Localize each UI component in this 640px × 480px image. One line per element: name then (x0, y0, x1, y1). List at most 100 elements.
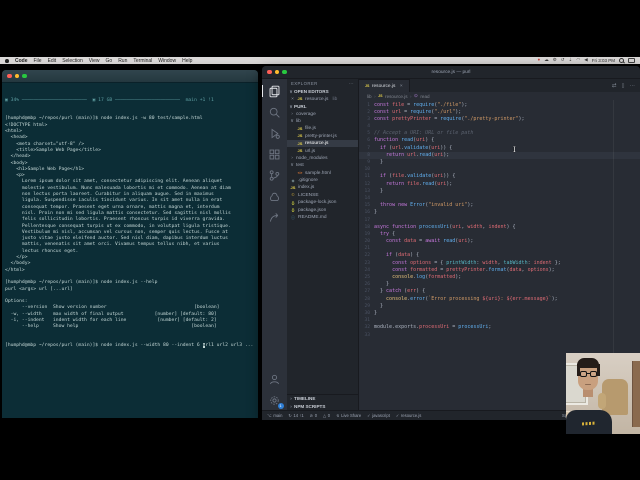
prompt-text: [humphd@mbp ~/repos/purl (main)]$ node i… (5, 343, 203, 349)
file-tree-item-url-js[interactable]: JS url.js (287, 147, 358, 154)
file-tree-item--gitignore[interactable]: ◆ .gitignore (287, 177, 358, 184)
file-tree-item-node-modules[interactable]: › node_modules (287, 155, 358, 162)
terminal-line: Pellentesque consequat turpis ut ex comm… (5, 223, 231, 229)
open-changes-icon[interactable]: ⇄ (612, 83, 617, 89)
terminal-minimize-button[interactable] (14, 73, 19, 79)
open-editors-label: OPEN EDITORS (294, 89, 329, 95)
git-file-icon: ◆ (291, 177, 295, 183)
tab-label: resource.js (371, 83, 396, 89)
code-line: 29 } (364, 302, 384, 309)
code-line: 26 } (364, 281, 390, 288)
editor-actions: ⇄ ▯ ··· (612, 79, 640, 92)
status-check[interactable]: ✓ resource.js (396, 413, 422, 418)
search-icon[interactable] (268, 105, 282, 119)
extensions-icon[interactable] (268, 147, 282, 161)
status-sync[interactable]: ↻ 14 ↑1 (288, 413, 303, 418)
status-errors[interactable]: ⊘ 0 (310, 413, 317, 418)
terminal-close-button[interactable] (7, 73, 12, 79)
terminal-output[interactable]: ▣ 34% ─────────────────────── ▣ 17 GB ──… (2, 83, 258, 417)
code-line: 27 } catch (err) { (364, 288, 426, 295)
file-tree-item-index-js[interactable]: JS index.js (287, 184, 358, 191)
record-icon[interactable]: ● (538, 58, 541, 63)
file-tree-item-resource-js[interactable]: JS resource.js (287, 139, 358, 148)
breadcrumb-segment[interactable]: lib (367, 94, 372, 99)
menu-clock[interactable]: Fri 3:03 PM (592, 58, 615, 63)
presenter-glasses (579, 371, 597, 377)
file-tree-item-pretty-printer-js[interactable]: JS pretty-printer.js (287, 133, 358, 140)
more-actions-icon[interactable]: ··· (630, 83, 636, 89)
live-share-icon[interactable] (268, 189, 282, 203)
file-tree-item-coverage[interactable]: › coverage (287, 110, 358, 117)
menu-go[interactable]: Go (106, 58, 113, 64)
section-npm-scripts[interactable]: › NPM SCRIPTS (287, 403, 358, 411)
split-editor-icon[interactable]: ▯ (621, 83, 624, 89)
settings-gear-icon[interactable]: 1 (268, 393, 284, 409)
close-editor-icon[interactable]: × (290, 97, 295, 102)
js-file-icon: JS (365, 84, 370, 88)
menu-run[interactable]: Run (118, 58, 127, 64)
breadcrumb-segment[interactable]: read (420, 94, 429, 99)
cloud-icon[interactable]: ☁ (544, 58, 549, 63)
explorer-icon[interactable] (262, 84, 282, 98)
terminal-window[interactable]: ▣ 34% ─────────────────────── ▣ 17 GB ──… (2, 70, 258, 418)
room-armchair (598, 379, 628, 415)
menu-view[interactable]: View (89, 58, 100, 64)
control-center-icon[interactable] (628, 57, 635, 64)
file-tree-item-package-json[interactable]: {} package.json (287, 206, 358, 213)
js-file-icon: JS (297, 140, 303, 146)
status-branch[interactable]: ⌥ main (267, 413, 282, 418)
js-file-icon: JS (297, 96, 303, 102)
file-tree-item-license[interactable]: © LICENSE (287, 192, 358, 199)
status-check[interactable]: ✓ javascript (367, 413, 390, 418)
js-file-icon: JS (378, 94, 383, 98)
status-warnings[interactable]: △ 0 (323, 413, 330, 418)
terminal-zoom-button[interactable] (22, 73, 27, 79)
tab-close-icon[interactable]: × (400, 84, 403, 89)
source-control-icon[interactable] (268, 168, 282, 182)
file-tree-item-readme-md[interactable]: ⓘ README.md (287, 214, 358, 221)
code-line: 15 throw new Error("invalid uri"); (364, 202, 474, 209)
breadcrumb[interactable]: lib › JS resource.js › ⊙ read (359, 92, 640, 100)
volume-icon[interactable]: ◀ (584, 58, 587, 63)
vscode-titlebar[interactable]: resource.js — purl (262, 66, 640, 79)
menu-code[interactable]: Code (15, 58, 28, 64)
code-line: 33 (364, 332, 370, 338)
tab-resource-js[interactable]: JS resource.js × (359, 79, 410, 92)
project-section-header[interactable]: ∨ PURL (287, 103, 358, 111)
file-tree-item-package-lock-json[interactable]: {} package-lock.json (287, 199, 358, 206)
terminal-titlebar[interactable] (2, 70, 258, 83)
vscode-zoom-button[interactable] (282, 69, 287, 75)
menu-window[interactable]: Window (158, 58, 176, 64)
open-editor-item[interactable]: × JS resource.js lib (287, 96, 358, 103)
open-editors-section[interactable]: ∨ OPEN EDITORS (287, 88, 358, 96)
accounts-icon[interactable] (268, 372, 282, 386)
code-line: 25 console.log(formatted); (364, 274, 462, 280)
run-debug-icon[interactable] (268, 126, 282, 140)
file-tree-item-sample-html[interactable]: <> sample.html (287, 170, 358, 177)
status-live-share[interactable]: ↯ Live Share (336, 413, 361, 418)
menu-terminal[interactable]: Terminal (133, 58, 152, 64)
spotlight-search-icon[interactable] (619, 58, 624, 63)
menu-edit[interactable]: Edit (48, 58, 57, 64)
file-tree-item-file-js[interactable]: JS file.js (287, 125, 358, 132)
remote-explorer-icon[interactable] (268, 210, 282, 224)
apple-menu-icon[interactable] (5, 58, 9, 63)
code-line: 7 if (url.validate(uri)) { (367, 144, 453, 151)
menu-file[interactable]: File (34, 58, 42, 64)
section-timeline[interactable]: › TIMELINE (287, 395, 358, 403)
file-tree-item-lib[interactable]: ∨ lib (287, 118, 358, 125)
menu-selection[interactable]: Selection (62, 58, 83, 64)
sidebar-bottom-sections: › TIMELINE › NPM SCRIPTS (287, 394, 358, 410)
menu-help[interactable]: Help (182, 58, 192, 64)
vscode-minimize-button[interactable] (274, 69, 279, 75)
keyboard-brightness-icon[interactable]: ⇣ (569, 58, 573, 63)
code-line: 3 const prettyPrinter = require("./pretty… (367, 115, 525, 122)
wifi-icon[interactable]: ◠ (576, 58, 580, 63)
explorer-more-actions-icon[interactable]: ··· (349, 81, 355, 86)
gear-status-icon[interactable]: ⚙ (553, 58, 557, 63)
vscode-close-button[interactable] (267, 69, 272, 75)
file-tree-item-test[interactable]: ∨ test (287, 162, 358, 169)
breadcrumb-segment[interactable]: resource.js (385, 94, 407, 99)
time-machine-icon[interactable]: ↺ (561, 58, 565, 63)
code-line: 6 function read(uri) { (367, 137, 435, 144)
